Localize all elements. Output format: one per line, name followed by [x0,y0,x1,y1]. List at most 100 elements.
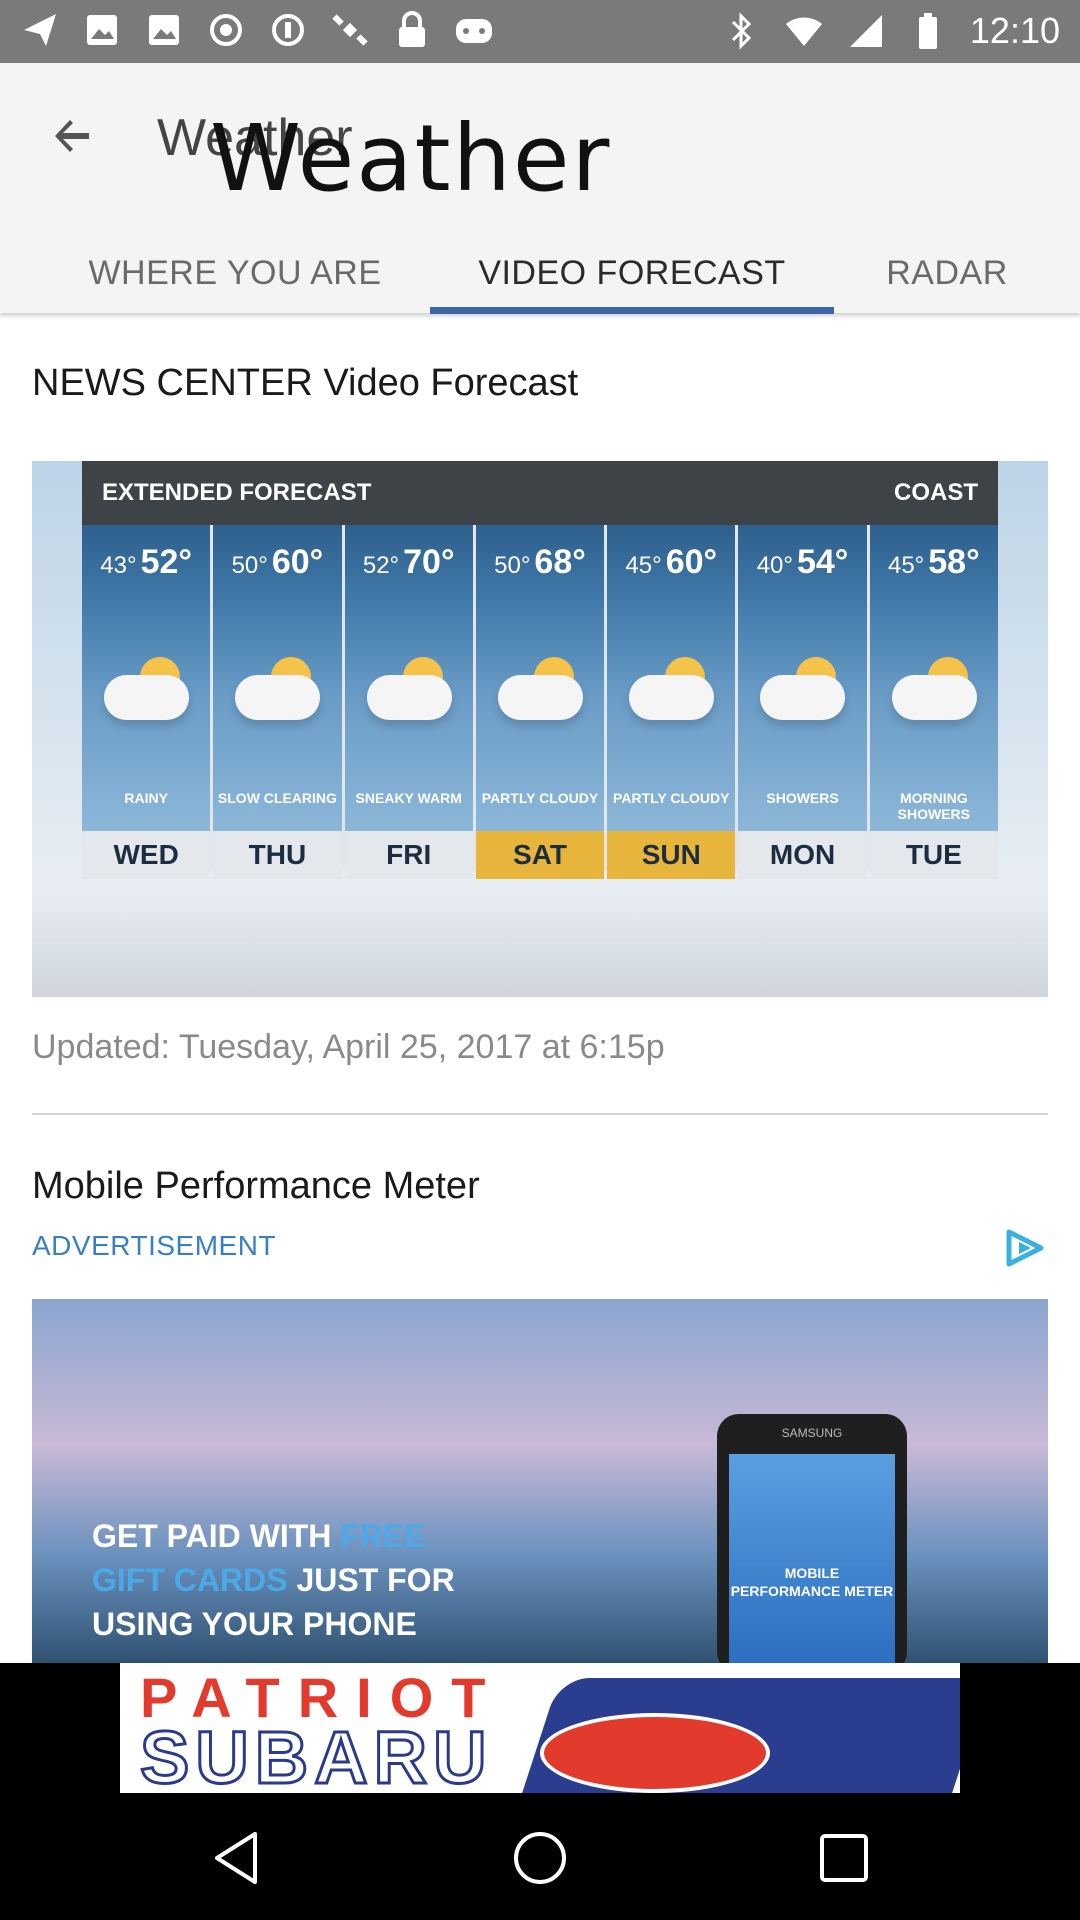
tab-where-you-are[interactable]: WHERE YOU ARE [40,233,430,313]
tab-video-forecast[interactable]: VIDEO FORECAST [430,233,834,313]
ad-banner-text: GET PAID WITH FREE GIFT CARDS JUST FOR U… [92,1514,455,1646]
forecast-header-title: EXTENDED FORECAST [102,479,372,506]
video-thumbnail[interactable]: EXTENDED FORECAST COAST 43° 52° RAINY 50° 60… [32,461,1048,997]
forecast-low: 50° [494,552,531,579]
navigation-bar [0,1796,1080,1920]
forecast-day-column: 40° 54° SHOWERS [738,525,867,870]
cloud-icon [891,675,977,720]
ad-choices-icon[interactable] [1003,1228,1045,1268]
cloud-icon [497,675,583,720]
square-recents-icon [820,1834,868,1882]
back-button[interactable] [40,103,105,168]
lock-icon [392,10,432,50]
ad-line-3: USING YOUR PHONE [92,1606,417,1642]
wifi-icon [784,11,824,51]
status-bar: 12:10 [0,0,1080,63]
forecast-high: 60° [271,543,324,581]
forecast-day-column: 50° 60° SLOW CLEARING [213,525,342,870]
forecast-high: 54° [796,543,849,581]
signal-icon [846,11,886,51]
forecast-day-label: SAT [475,831,605,879]
ad-logo-oval [540,1713,770,1793]
back-nav-button[interactable] [204,1826,268,1890]
video-section-title: NEWS CENTER Video Forecast [32,362,579,404]
game-icon [454,10,494,50]
tab-indicator [430,307,834,314]
forecast-day-label: SUN [607,831,736,879]
forecast-header-region: COAST [894,479,978,506]
forecast-temps: 50° 60° [213,543,341,582]
tab-bar: WHERE YOU ARE VIDEO FORECAST RADAR [0,233,1080,313]
circle-icon [268,10,308,50]
phone-brand: SAMSUNG [781,1426,843,1440]
forecast-day-column: 50° 68° PARTLY CLOUDY [475,525,605,870]
ad-title: Mobile Performance Meter [32,1165,480,1207]
forecast-low: 43° [100,552,137,579]
forecast-temps: 45° 60° [607,543,735,582]
forecast-temps: 43° 52° [82,543,210,582]
tab-radar[interactable]: RADAR [834,233,1060,313]
ad-line-1b: FREE [340,1518,426,1554]
forecast-day-label: THU [213,831,342,879]
forecast-condition: SHOWERS [766,790,839,806]
forecast-day-label: MON [738,831,867,879]
app-bar: Weather Weather WHERE YOU ARE VIDEO FORE… [0,63,1080,314]
forecast-day-column: 45° 60° PARTLY CLOUDY [607,525,736,870]
phone-image: SAMSUNG MOBILE PERFORMANCE METER [717,1414,907,1663]
forecast-temps: 45° 58° [870,543,998,582]
home-nav-button[interactable] [508,1826,572,1890]
circle-icon [206,10,246,50]
ad-line-1a: GET PAID WITH [92,1518,341,1554]
image-icon [82,10,122,50]
image-icon [144,10,184,50]
cloud-icon [629,675,715,720]
status-icons-right: 12:10 [722,10,1060,52]
forecast-high: 68° [534,543,586,581]
forecast-condition: MORNING SHOWERS [897,790,970,822]
arrow-back-icon [54,119,89,152]
forecast-temps: 50° 68° [476,543,604,582]
ad-line-subaru: SUBARU [139,1715,493,1794]
ad-label: ADVERTISEMENT [32,1230,277,1261]
ad-banner-image[interactable]: GET PAID WITH FREE GIFT CARDS JUST FOR U… [32,1299,1048,1663]
forecast-low: 50° [231,552,268,579]
updated-timestamp: Updated: Tuesday, April 25, 2017 at 6:15… [32,1028,665,1066]
forecast-temps: 52° 70° [345,543,473,582]
forecast-condition: SNEAKY WARM [355,790,462,806]
phone-screen-text: MOBILE PERFORMANCE METER [730,1565,894,1599]
forecast-condition: RAINY [124,790,168,806]
circle-home-icon [514,1832,566,1884]
forecast-high: 60° [665,543,718,581]
forecast-header: EXTENDED FORECAST COAST [82,461,998,525]
triangle-back-icon [215,1832,257,1884]
forecast-high: 58° [928,543,980,581]
cloud-icon [366,675,452,720]
forecast-low: 52° [362,552,400,579]
divider [32,1113,1048,1115]
subaru-ad[interactable]: PATRIOT SUBARU [120,1663,960,1793]
forecast-temps: 40° 54° [738,543,866,582]
weather-logo: Weather [210,105,612,212]
forecast-condition: PARTLY CLOUDY [613,790,730,806]
forecast-day-column: 43° 52° RAINY [82,525,211,870]
cloud-icon [760,675,846,720]
status-time: 12:10 [969,10,1060,51]
cloud-icon [104,675,189,720]
forecast-low: 45° [625,552,662,579]
forecast-day-column: 52° 70° SNEAKY WARM [344,525,473,870]
forecast-low: 40° [756,552,793,579]
forecast-high: 70° [403,543,455,581]
forecast-high: 52° [140,543,192,581]
battery-icon [908,11,948,51]
recents-nav-button[interactable] [812,1826,876,1890]
satellite-icon [330,10,370,50]
forecast-condition: SLOW CLEARING [217,790,337,806]
forecast-day-label: WED [82,831,211,879]
send-icon [20,10,60,50]
forecast-day-row: WED THU FRI SAT SUN MON TUE [82,831,998,879]
forecast-columns: 43° 52° RAINY 50° 60° SLOW CLEARING 52° 70° SNEA… [82,525,998,870]
bottom-banner-ad[interactable]: PATRIOT SUBARU [0,1663,1080,1796]
forecast-day-label: FRI [344,831,473,879]
bluetooth-icon [722,11,762,51]
status-icons-left [20,10,494,50]
